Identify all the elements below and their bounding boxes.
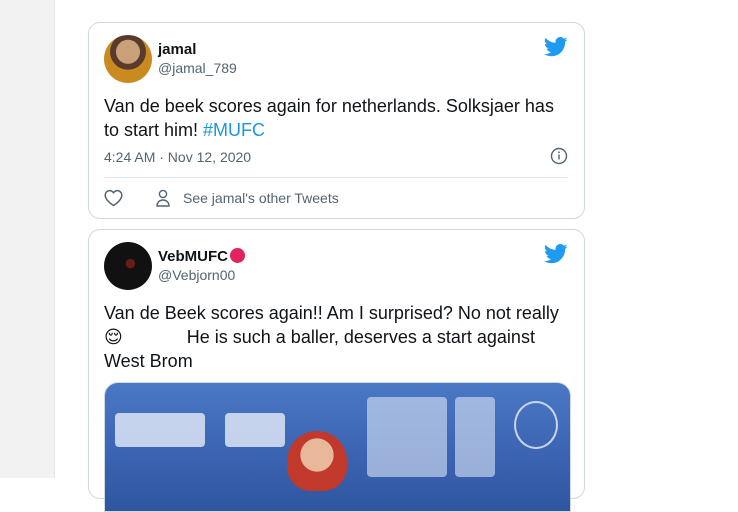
player-figure (287, 431, 347, 491)
relieved-emoji: 😌 (104, 327, 123, 347)
timestamp-link[interactable]: 4:24 AM · Nov 12, 2020 (104, 149, 251, 165)
tweet-text: Van de beek scores again for netherlands… (104, 94, 568, 142)
divider (104, 177, 568, 178)
display-name[interactable]: VebMUFC (158, 248, 246, 265)
tweet-card[interactable]: VebMUFC @Vebjorn00 Van de Beek scores ag… (88, 229, 585, 512)
person-icon (156, 189, 170, 207)
user-handle[interactable]: @jamal_789 (158, 60, 237, 76)
club-crest-logo (514, 401, 558, 449)
user-handle[interactable]: @Vebjorn00 (158, 267, 235, 283)
avatar[interactable] (104, 35, 152, 83)
info-icon[interactable] (550, 147, 568, 165)
tweet-text-part1: Van de Beek scores again!! Am I surprise… (104, 303, 559, 323)
tweet-text: Van de Beek scores again!! Am I surprise… (104, 301, 568, 373)
left-background-strip (0, 0, 55, 478)
display-name-text: VebMUFC (158, 248, 229, 265)
tweet-media-image[interactable] (104, 382, 571, 512)
twitter-bird-icon[interactable] (544, 37, 568, 57)
heart-icon[interactable] (104, 189, 123, 207)
red-circle-icon (230, 248, 246, 263)
other-tweets-link[interactable]: See jamal's other Tweets (183, 190, 339, 206)
display-name[interactable]: jamal (158, 41, 196, 58)
tweet-card[interactable]: jamal @jamal_789 Van de beek scores agai… (88, 22, 585, 219)
avatar[interactable] (104, 242, 152, 290)
tweet-text-part2: He is such a baller, deserves a start ag… (104, 327, 535, 371)
tweet-text-main: Van de beek scores again for netherlands… (104, 96, 554, 140)
twitter-bird-icon[interactable] (544, 244, 568, 264)
hashtag-link[interactable]: #MUFC (203, 120, 265, 140)
